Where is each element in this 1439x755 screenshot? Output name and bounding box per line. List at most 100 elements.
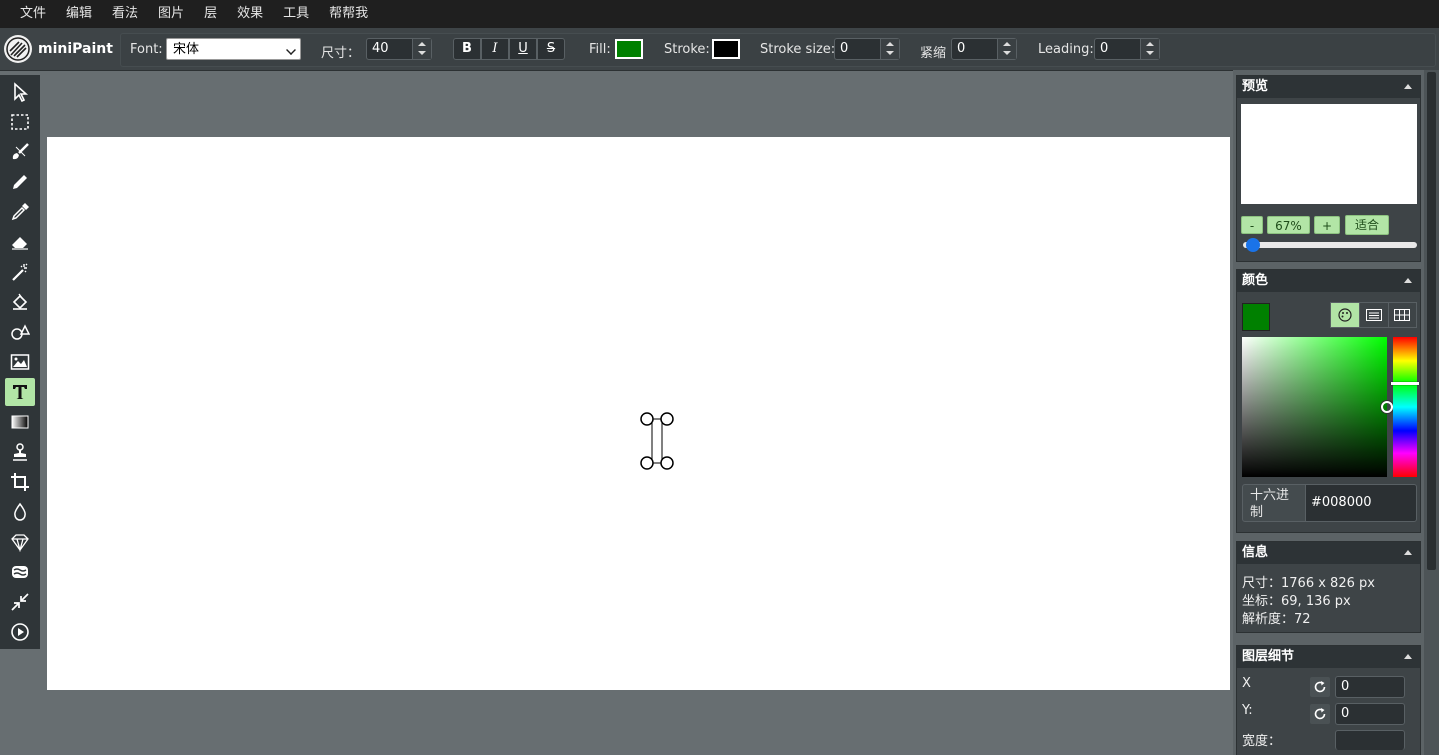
info-size-label: 尺寸： — [1242, 576, 1282, 591]
collapse-icon — [1404, 84, 1412, 89]
tab-list[interactable] — [1358, 303, 1388, 327]
tool-pencil[interactable] — [5, 168, 35, 196]
saturation-value-picker[interactable] — [1242, 337, 1387, 477]
zoom-out-button[interactable]: - — [1241, 216, 1263, 234]
hue-slider-handle[interactable] — [1391, 382, 1419, 385]
tool-crop[interactable] — [5, 468, 35, 496]
hex-input[interactable]: #008000 — [1305, 484, 1417, 522]
zoom-slider-track[interactable] — [1243, 242, 1417, 248]
info-coords-label: 坐标： — [1242, 594, 1282, 609]
preview-header[interactable]: 预览 — [1237, 76, 1420, 98]
hex-label: 十六进制 — [1242, 484, 1306, 522]
kerning-input[interactable]: 0 — [951, 38, 1017, 60]
sidebar-scrollbar[interactable] — [1424, 70, 1439, 755]
font-select[interactable]: 宋体 — [166, 38, 301, 60]
chevron-down-icon — [286, 45, 296, 55]
color-mode-tabs — [1330, 302, 1417, 328]
hue-slider[interactable] — [1393, 337, 1417, 477]
tool-select[interactable] — [5, 78, 35, 106]
tool-fill[interactable] — [5, 288, 35, 316]
fit-button[interactable]: 适合 — [1345, 215, 1389, 235]
color-picker-icon — [11, 203, 29, 221]
tool-blur[interactable] — [5, 498, 35, 526]
layer-x-input[interactable]: 0 — [1335, 676, 1405, 698]
zoom-slider-thumb[interactable] — [1245, 238, 1260, 252]
menu-help[interactable]: 帮帮我 — [319, 0, 378, 28]
tool-shapes[interactable] — [5, 318, 35, 346]
layer-width-input[interactable] — [1335, 730, 1405, 750]
collapse-icon — [1404, 278, 1412, 283]
size-input[interactable]: 40 — [366, 38, 432, 60]
size-stepper[interactable] — [412, 39, 431, 59]
stroke-size-value: 0 — [840, 41, 849, 56]
info-header[interactable]: 信息 — [1237, 542, 1420, 564]
animation-icon — [11, 623, 29, 641]
kerning-stepper[interactable] — [997, 39, 1016, 59]
italic-button[interactable]: I — [481, 38, 509, 60]
menu-tools[interactable]: 工具 — [273, 0, 319, 28]
stroke-size-label: Stroke size: — [760, 42, 836, 57]
tool-text[interactable] — [5, 378, 35, 406]
underline-button[interactable]: U — [509, 38, 537, 60]
tab-grid[interactable] — [1387, 303, 1416, 327]
crop-icon — [11, 473, 29, 491]
stroke-size-stepper[interactable] — [880, 39, 899, 59]
tool-brush[interactable] — [5, 138, 35, 166]
refresh-icon — [1314, 681, 1326, 693]
layer-y-input[interactable]: 0 — [1335, 703, 1405, 725]
tool-eraser[interactable] — [5, 228, 35, 256]
fill-label: Fill: — [589, 42, 611, 57]
leading-stepper[interactable] — [1140, 39, 1159, 59]
reset-y-button[interactable] — [1310, 704, 1330, 724]
strikethrough-button[interactable]: S — [537, 38, 565, 60]
menu-image[interactable]: 图片 — [148, 0, 194, 28]
menu-edit[interactable]: 编辑 — [56, 0, 102, 28]
colors-header[interactable]: 颜色 — [1237, 270, 1420, 292]
stroke-size-input[interactable]: 0 — [834, 38, 900, 60]
tool-resize[interactable] — [5, 588, 35, 616]
tool-bulge[interactable] — [5, 558, 35, 586]
app-logo[interactable]: miniPaint — [4, 33, 118, 65]
tab-palette[interactable] — [1331, 303, 1359, 327]
info-coords: 坐标：69, 136 px — [1242, 590, 1351, 609]
collapse-icon — [1404, 654, 1412, 659]
current-color-swatch[interactable] — [1242, 303, 1270, 331]
size-input-value: 40 — [372, 41, 389, 56]
stroke-color-swatch[interactable] — [712, 39, 740, 59]
layer-details-header[interactable]: 图层细节 — [1237, 646, 1420, 668]
menu-effects[interactable]: 效果 — [227, 0, 273, 28]
tool-animation[interactable] — [5, 618, 35, 646]
zoom-level: 67% — [1267, 216, 1310, 234]
menu-layer[interactable]: 层 — [194, 0, 227, 28]
tools-panel — [0, 75, 40, 649]
leading-value: 0 — [1100, 41, 1109, 56]
tool-clone[interactable] — [5, 438, 35, 466]
fill-color-swatch[interactable] — [615, 39, 643, 59]
menu-view[interactable]: 看法 — [102, 0, 148, 28]
tool-sharpen[interactable] — [5, 528, 35, 556]
layer-details-title: 图层细节 — [1242, 649, 1295, 664]
scrollbar-thumb[interactable] — [1427, 72, 1436, 570]
menu-file[interactable]: 文件 — [10, 0, 56, 28]
tool-magic-wand[interactable] — [5, 258, 35, 286]
pencil-icon — [13, 175, 27, 189]
tool-selection[interactable] — [5, 108, 35, 136]
grid-icon — [1394, 309, 1411, 321]
tool-gradient[interactable] — [5, 408, 35, 436]
reset-x-button[interactable] — [1310, 677, 1330, 697]
layer-x-label: X — [1242, 676, 1251, 691]
tool-color-picker[interactable] — [5, 198, 35, 226]
preview-title: 预览 — [1242, 79, 1269, 94]
minipaint-logo-icon — [4, 35, 32, 63]
color-picker-cursor[interactable] — [1381, 401, 1393, 413]
size-label: 尺寸： — [321, 46, 361, 61]
tool-image[interactable] — [5, 348, 35, 376]
colors-panel: 颜色 十六进制 #008000 — [1236, 269, 1421, 533]
preview-thumbnail[interactable] — [1241, 104, 1417, 204]
text-object-handles[interactable] — [638, 410, 678, 474]
leading-input[interactable]: 0 — [1094, 38, 1160, 60]
collapse-icon — [1404, 550, 1412, 555]
zoom-in-button[interactable]: + — [1314, 216, 1340, 234]
info-title: 信息 — [1242, 545, 1269, 560]
bold-button[interactable]: B — [453, 38, 481, 60]
